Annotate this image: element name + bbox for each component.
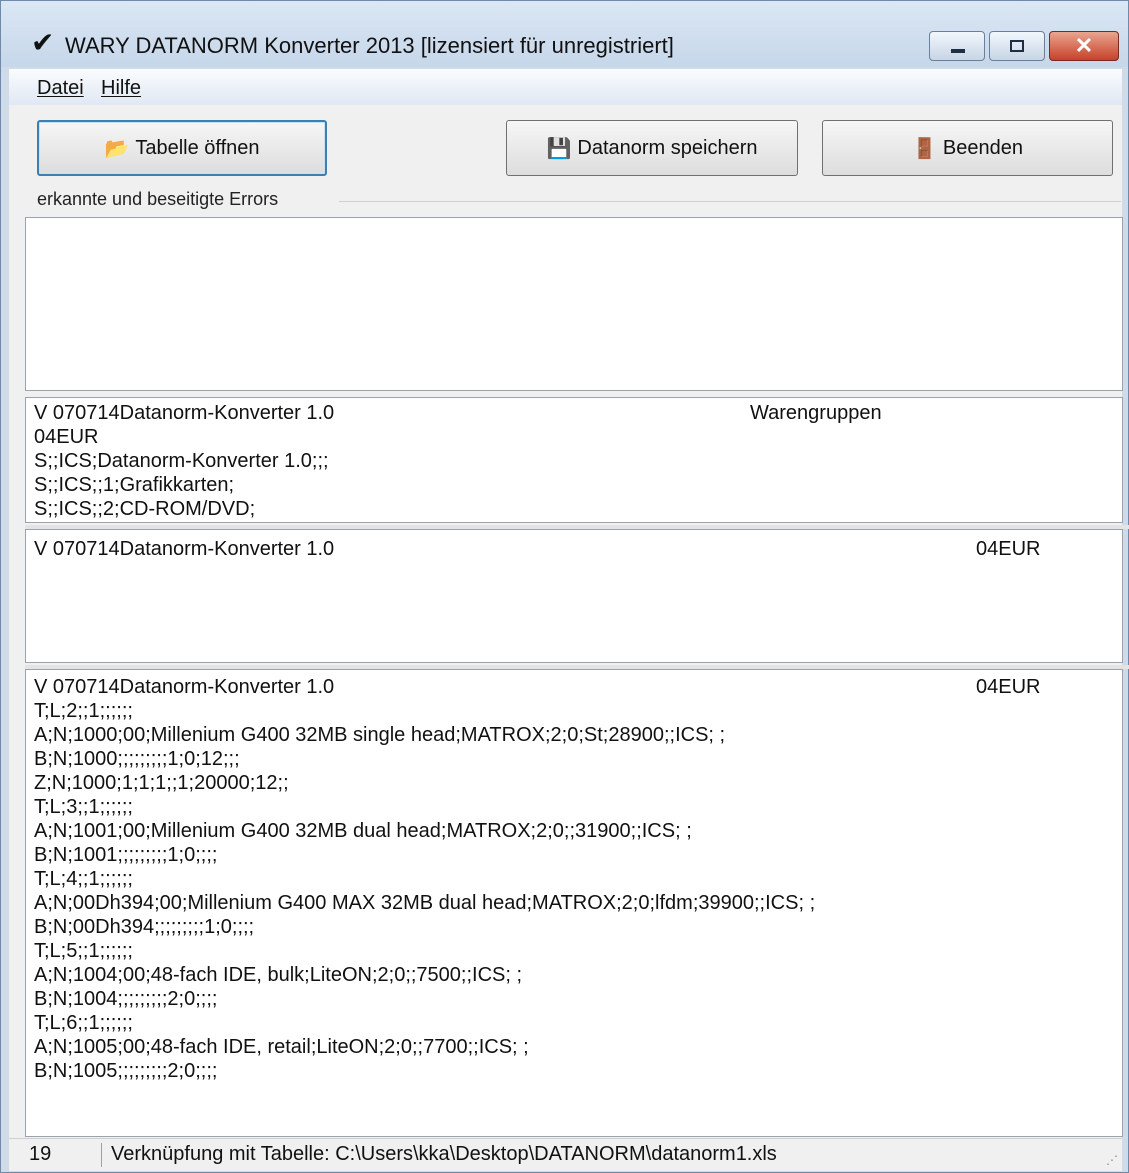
status-text: Verknüpfung mit Tabelle: C:\Users\kka\De… [111,1143,777,1165]
pane3-line: B;N;00Dh394;;;;;;;;;1;0;;;; [34,916,255,938]
status-count: 19 [29,1143,52,1165]
pane3-line: Z;N;1000;1;1;1;;1;20000;12;; [34,772,289,794]
pane3-line: T;L;2;;1;;;;;; [34,700,133,722]
pane1-line: S;;ICS;Datanorm-Konverter 1.0;;; [34,450,329,472]
output-pane-header[interactable]: V 070714Datanorm-Konverter 1.0 04EUR S;;… [25,397,1123,523]
pane1-line: S;;ICS;;2;CD-ROM/DVD; [34,498,256,520]
app-window: ✔ WARY DATANORM Konverter 2013 [lizensie… [0,0,1129,1173]
menu-bar: Datei Hilfe [9,69,1122,105]
status-separator [101,1143,102,1167]
title-bar[interactable]: ✔ WARY DATANORM Konverter 2013 [lizensie… [1,1,1128,67]
pane3-line: T;L;4;;1;;;;;; [34,868,133,890]
pane3-line: T;L;5;;1;;;;;; [34,940,133,962]
pane3-line: B;N;1001;;;;;;;;;1;0;;;; [34,844,218,866]
close-icon: ✕ [1074,33,1094,58]
save-file-icon: 💾 [546,137,572,160]
pane3-line: A;N;1000;00;Millenium G400 32MB single h… [34,724,726,746]
exit-label: Beenden [942,136,1023,159]
client-area: Datei Hilfe 📂 Tabelle öffnen 💾 Datanorm … [9,69,1129,1171]
window-title: WARY DATANORM Konverter 2013 [lizensiert… [65,33,674,58]
pane3-line: T;L;3;;1;;;;;; [34,796,133,818]
maximize-button[interactable] [989,31,1045,61]
pane1-line: S;;ICS;;1;Grafikkarten; [34,474,235,496]
menu-datei[interactable]: Datei [37,77,84,100]
pane1-line: 04EUR [34,426,99,448]
pane3-line: A;N;1005;00;48-fach IDE, retail;LiteON;2… [34,1036,529,1058]
open-file-icon: 📂 [104,137,130,160]
errors-textbox[interactable] [25,217,1123,391]
pane3-line: B;N;1005;;;;;;;;;2;0;;;; [34,1060,218,1082]
minimize-icon [951,49,965,53]
menu-hilfe[interactable]: Hilfe [101,77,141,100]
open-table-label: Tabelle öffnen [135,136,260,159]
pane3-line: V 070714Datanorm-Konverter 1.0 [34,676,335,698]
pane3-line: A;N;00Dh394;00;Millenium G400 MAX 32MB d… [34,892,816,914]
output-pane-middle[interactable]: V 070714Datanorm-Konverter 1.0 04EUR [25,529,1123,663]
pane2-right-label: 04EUR [976,538,1041,560]
pane3-line: A;N;1001;00;Millenium G400 32MB dual hea… [34,820,692,842]
check-icon: ✔ [31,27,55,58]
group-divider [339,201,1121,202]
output-pane-main[interactable]: V 070714Datanorm-Konverter 1.0 T;L;2;;1;… [25,669,1123,1137]
pane3-right-label: 04EUR [976,676,1041,698]
pane3-line: A;N;1004;00;48-fach IDE, bulk;LiteON;2;0… [34,964,523,986]
pane1-line: V 070714Datanorm-Konverter 1.0 [34,402,335,424]
exit-door-icon: 🚪 [912,137,937,160]
open-table-button[interactable]: 📂 Tabelle öffnen [37,120,327,176]
errors-group-label: erkannte und beseitigte Errors [37,189,281,210]
pane3-line: B;N;1000;;;;;;;;;1;0;12;;; [34,748,240,770]
status-bar: 19 Verknüpfung mit Tabelle: C:\Users\kka… [9,1138,1122,1171]
maximize-icon [1010,40,1024,52]
save-datanorm-label: Datanorm speichern [577,136,758,159]
pane1-right-label: Warengruppen [750,402,882,424]
save-datanorm-button[interactable]: 💾 Datanorm speichern [506,120,798,176]
close-button[interactable]: ✕ [1049,31,1119,61]
resize-grip-icon[interactable]: ⋰ [1106,1153,1118,1167]
minimize-button[interactable] [929,31,985,61]
exit-button[interactable]: 🚪 Beenden [822,120,1113,176]
pane2-line: V 070714Datanorm-Konverter 1.0 [34,538,335,560]
pane3-line: T;L;6;;1;;;;;; [34,1012,133,1034]
pane3-line: B;N;1004;;;;;;;;;2;0;;;; [34,988,218,1010]
